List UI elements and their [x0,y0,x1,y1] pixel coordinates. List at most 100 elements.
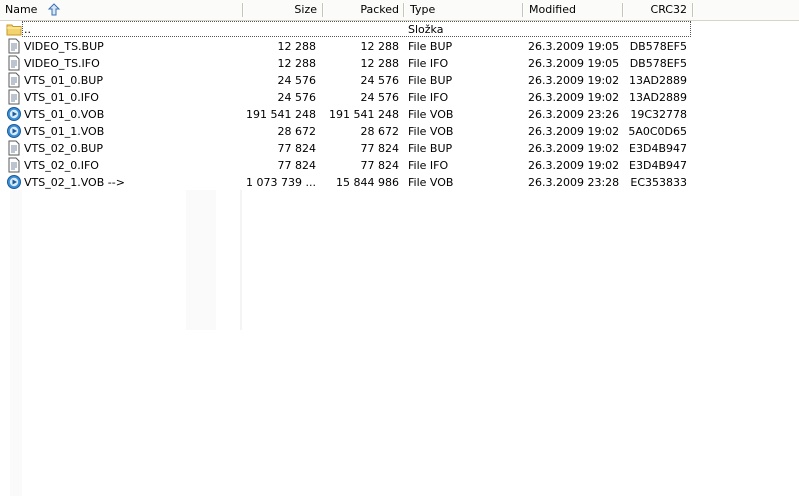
document-icon [6,72,23,89]
file-modified: 26.3.2009 19:02 [528,142,620,155]
file-modified: 26.3.2009 19:02 [528,91,620,104]
file-modified: 26.3.2009 19:02 [528,159,620,172]
file-crc: E3D4B947 [629,142,687,155]
file-row[interactable]: VTS_01_1.VOB 28 672 28 672 File VOB 26.3… [0,123,799,140]
file-type: File IFO [408,57,449,70]
media-icon [6,174,23,191]
file-crc: 19C32778 [630,108,687,121]
file-name: VTS_02_0.IFO [24,159,99,172]
file-name: VIDEO_TS.IFO [24,57,100,70]
column-header-type[interactable]: Type [405,0,522,20]
column-divider[interactable] [403,3,405,17]
column-divider[interactable] [692,3,694,17]
file-packed: 12 288 [360,40,400,53]
column-header-size[interactable]: Size [244,0,322,20]
media-icon [6,106,23,123]
media-icon [6,123,23,140]
file-size: 1 073 739 ... [246,176,316,189]
file-size: 28 672 [277,125,317,138]
column-divider[interactable] [522,3,524,17]
file-name: VTS_01_0.BUP [24,74,103,87]
file-type: Složka [408,23,444,36]
background-artifact [186,190,216,330]
file-row[interactable]: VTS_02_1.VOB --> 1 073 739 ... 15 844 98… [0,174,799,191]
column-header-type-label: Type [410,3,436,16]
document-icon [6,55,23,72]
file-name: VTS_01_0.VOB [24,108,105,121]
file-crc: DB578EF5 [629,40,687,53]
file-size: 191 541 248 [246,108,316,121]
file-name: VTS_01_0.IFO [24,91,99,104]
file-packed [324,21,399,38]
file-packed: 15 844 986 [336,176,399,189]
file-crc: 5A0C0D65 [628,125,687,138]
file-size [244,21,316,38]
file-size: 12 288 [277,57,317,70]
document-icon [6,140,23,157]
file-row[interactable]: VIDEO_TS.BUP 12 288 12 288 File BUP 26.3… [0,38,799,55]
column-header-name-label: Name [5,3,38,16]
file-crc [626,21,687,38]
file-size: 77 824 [277,159,317,172]
column-header-crc-label: CRC32 [650,3,687,16]
file-crc: 13AD2889 [629,74,687,87]
file-row-parent[interactable]: .. Složka [0,21,799,38]
file-packed: 12 288 [360,57,400,70]
file-name: VTS_02_0.BUP [24,142,103,155]
column-divider[interactable] [242,3,244,17]
file-size: 24 576 [277,91,317,104]
file-type: File VOB [408,108,454,121]
file-packed: 24 576 [360,74,400,87]
column-header-size-label: Size [294,3,317,16]
file-type: File BUP [408,142,453,155]
file-list-window: Name Size Packed Type Modified CRC32 .. … [0,0,799,500]
column-header-packed[interactable]: Packed [324,0,404,20]
file-row[interactable]: VTS_01_0.IFO 24 576 24 576 File IFO 26.3… [0,89,799,106]
file-modified: 26.3.2009 23:28 [528,176,620,189]
file-type: File IFO [408,91,449,104]
file-packed: 191 541 248 [329,108,399,121]
file-type: File IFO [408,159,449,172]
column-header-modified-label: Modified [529,3,576,16]
file-name: VIDEO_TS.BUP [24,40,104,53]
file-packed: 77 824 [360,142,400,155]
folder-up-icon [6,21,23,38]
file-list: .. Složka VIDEO_TS.BUP 12 288 12 288 Fil… [0,21,799,191]
background-artifact [10,190,22,496]
file-row[interactable]: VTS_01_0.BUP 24 576 24 576 File BUP 26.3… [0,72,799,89]
file-crc: DB578EF5 [629,57,687,70]
file-crc: 13AD2889 [629,91,687,104]
document-icon [6,157,23,174]
column-divider[interactable] [622,3,624,17]
document-icon [6,38,23,55]
document-icon [6,89,23,106]
file-type: File BUP [408,40,453,53]
column-divider[interactable] [322,3,324,17]
column-header-packed-label: Packed [360,3,399,16]
background-artifact [240,190,242,330]
file-name: .. [24,23,31,36]
file-row[interactable]: VTS_02_0.IFO 77 824 77 824 File IFO 26.3… [0,157,799,174]
file-packed: 24 576 [360,91,400,104]
column-header-name[interactable]: Name [0,0,242,20]
file-size: 12 288 [277,40,317,53]
file-name: VTS_01_1.VOB [24,125,105,138]
column-header-crc[interactable]: CRC32 [624,0,692,20]
file-modified: 26.3.2009 19:02 [528,125,620,138]
file-size: 24 576 [277,74,317,87]
file-row[interactable]: VTS_02_0.BUP 77 824 77 824 File BUP 26.3… [0,140,799,157]
sort-ascending-icon [47,3,61,17]
column-header-bar: Name Size Packed Type Modified CRC32 [0,0,799,21]
file-row[interactable]: VIDEO_TS.IFO 12 288 12 288 File IFO 26.3… [0,55,799,72]
file-packed: 77 824 [360,159,400,172]
column-header-modified[interactable]: Modified [524,0,622,20]
file-crc: EC353833 [630,176,687,189]
file-modified [528,21,622,38]
file-modified: 26.3.2009 19:05 [528,57,620,70]
file-modified: 26.3.2009 19:05 [528,40,620,53]
file-packed: 28 672 [360,125,400,138]
file-name: VTS_02_1.VOB --> [24,176,125,189]
file-crc: E3D4B947 [629,159,687,172]
file-row[interactable]: VTS_01_0.VOB 191 541 248 191 541 248 Fil… [0,106,799,123]
file-type: File BUP [408,74,453,87]
